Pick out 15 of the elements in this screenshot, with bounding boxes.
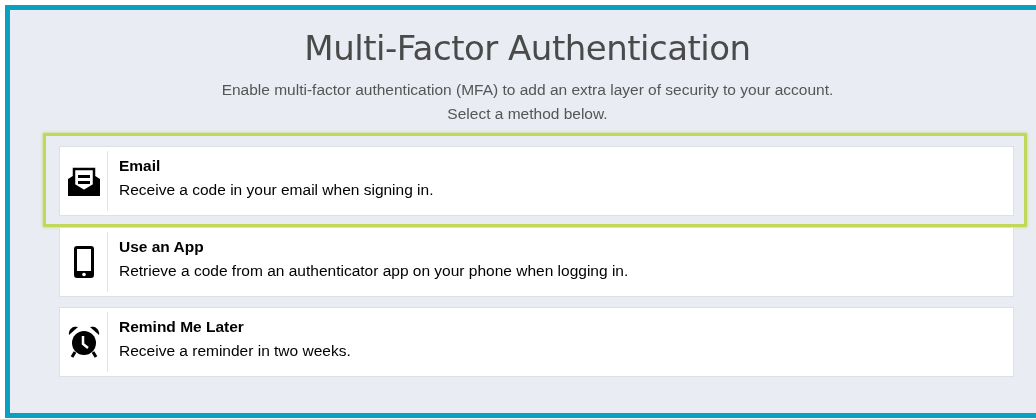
phone-icon <box>72 245 95 279</box>
envelope-icon <box>66 165 101 197</box>
method-title: Use an App <box>119 238 205 256</box>
intro-text: Enable multi-factor authentication (MFA) to add an extra layer of security to your account. <box>220 80 835 99</box>
page-title: Multi-Factor Authentication <box>303 28 752 68</box>
method-description: Receive a reminder in two weeks. <box>119 342 351 360</box>
alarm-clock-icon <box>66 325 101 359</box>
method-option[interactable]: Remind Me Later Receive a reminder in two weeks. <box>59 307 1014 377</box>
method-description: Receive a code in your email when signing in. <box>119 181 434 199</box>
method-option[interactable]: Use an App Retrieve a code from an authenticator app on your phone when logging in. <box>59 227 1014 297</box>
method-title: Remind Me Later <box>119 318 245 336</box>
method-option[interactable]: Email Receive a code in your email when signing in. <box>43 133 1027 227</box>
method-description: Retrieve a code from an authenticator app on your phone when logging in. <box>119 262 629 280</box>
intro-text: Select a method below. <box>446 104 609 123</box>
method-title: Email <box>119 157 162 175</box>
